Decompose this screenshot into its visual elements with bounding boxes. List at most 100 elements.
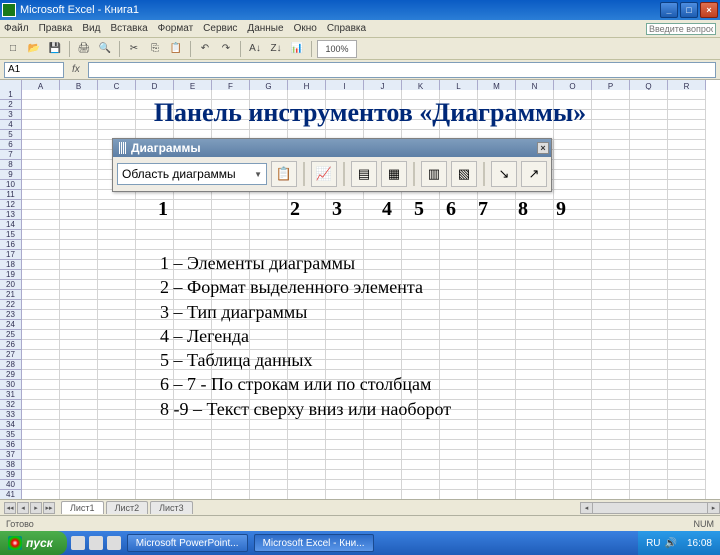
tab-nav-prev[interactable]: ◂	[17, 502, 29, 514]
scroll-right-icon[interactable]: ▸	[707, 503, 719, 513]
cell[interactable]	[364, 300, 402, 310]
cell[interactable]	[402, 110, 440, 120]
cell[interactable]	[288, 190, 326, 200]
cell[interactable]	[630, 330, 668, 340]
cell[interactable]	[554, 300, 592, 310]
cell[interactable]	[668, 380, 706, 390]
cell[interactable]	[250, 340, 288, 350]
h-scrollbar[interactable]: ◂ ▸	[580, 502, 720, 514]
cell[interactable]	[326, 330, 364, 340]
row-header[interactable]: 32	[0, 400, 22, 410]
cell[interactable]	[60, 400, 98, 410]
cell[interactable]	[136, 140, 174, 150]
cell[interactable]	[250, 110, 288, 120]
cell[interactable]	[440, 140, 478, 150]
cell[interactable]	[516, 200, 554, 210]
cell[interactable]	[174, 160, 212, 170]
cell[interactable]	[440, 290, 478, 300]
cell[interactable]	[630, 270, 668, 280]
minimize-button[interactable]: _	[660, 2, 678, 18]
cell[interactable]	[402, 140, 440, 150]
cell[interactable]	[98, 220, 136, 230]
cell[interactable]	[402, 310, 440, 320]
cell[interactable]	[668, 230, 706, 240]
cell[interactable]	[250, 250, 288, 260]
cell[interactable]	[630, 250, 668, 260]
new-icon[interactable]: □	[4, 40, 22, 58]
cell[interactable]	[402, 130, 440, 140]
cell[interactable]	[478, 210, 516, 220]
cell[interactable]	[212, 240, 250, 250]
cell[interactable]	[250, 350, 288, 360]
cell[interactable]	[478, 320, 516, 330]
cell[interactable]	[60, 370, 98, 380]
cell[interactable]	[212, 410, 250, 420]
cell[interactable]	[136, 300, 174, 310]
cell[interactable]	[212, 260, 250, 270]
cell[interactable]	[440, 170, 478, 180]
cell[interactable]	[22, 230, 60, 240]
cell[interactable]	[22, 350, 60, 360]
cell[interactable]	[250, 260, 288, 270]
cell[interactable]	[440, 150, 478, 160]
cell[interactable]	[554, 420, 592, 430]
cell[interactable]	[326, 370, 364, 380]
cell[interactable]	[554, 100, 592, 110]
row-header[interactable]: 2	[0, 100, 22, 110]
cell[interactable]	[402, 350, 440, 360]
cell[interactable]	[402, 280, 440, 290]
cell[interactable]	[516, 470, 554, 480]
cell[interactable]	[288, 400, 326, 410]
cell[interactable]	[136, 340, 174, 350]
cell[interactable]	[440, 100, 478, 110]
cell[interactable]	[554, 450, 592, 460]
cell[interactable]	[288, 100, 326, 110]
cell[interactable]	[136, 130, 174, 140]
cell[interactable]	[592, 390, 630, 400]
cell[interactable]	[174, 370, 212, 380]
row-header[interactable]: 27	[0, 350, 22, 360]
cell[interactable]	[478, 250, 516, 260]
cell[interactable]	[668, 300, 706, 310]
cell[interactable]	[516, 290, 554, 300]
cell[interactable]	[326, 400, 364, 410]
cell[interactable]	[668, 140, 706, 150]
row-header[interactable]: 25	[0, 330, 22, 340]
cell[interactable]	[364, 260, 402, 270]
cell[interactable]	[630, 300, 668, 310]
name-box[interactable]: A1	[4, 62, 64, 78]
cell[interactable]	[630, 410, 668, 420]
cell[interactable]	[554, 180, 592, 190]
cell[interactable]	[402, 240, 440, 250]
cell[interactable]	[630, 280, 668, 290]
cell[interactable]	[478, 240, 516, 250]
cell[interactable]	[364, 210, 402, 220]
cell[interactable]	[516, 240, 554, 250]
cell[interactable]	[212, 300, 250, 310]
cell[interactable]	[22, 380, 60, 390]
cell[interactable]	[478, 180, 516, 190]
cell[interactable]	[288, 470, 326, 480]
cell[interactable]	[402, 410, 440, 420]
cell[interactable]	[22, 360, 60, 370]
cell[interactable]	[326, 380, 364, 390]
cell[interactable]	[326, 210, 364, 220]
cell[interactable]	[212, 360, 250, 370]
cell[interactable]	[630, 350, 668, 360]
cell[interactable]	[554, 340, 592, 350]
cell[interactable]	[174, 120, 212, 130]
cell[interactable]	[516, 410, 554, 420]
cell[interactable]	[136, 280, 174, 290]
cell[interactable]	[668, 400, 706, 410]
cell[interactable]	[364, 110, 402, 120]
cell[interactable]	[136, 160, 174, 170]
cell[interactable]	[326, 130, 364, 140]
cell[interactable]	[288, 410, 326, 420]
cell[interactable]	[326, 160, 364, 170]
cell[interactable]	[326, 300, 364, 310]
cell[interactable]	[668, 430, 706, 440]
cell[interactable]	[60, 450, 98, 460]
cell[interactable]	[592, 130, 630, 140]
cell[interactable]	[554, 380, 592, 390]
cell[interactable]	[402, 300, 440, 310]
